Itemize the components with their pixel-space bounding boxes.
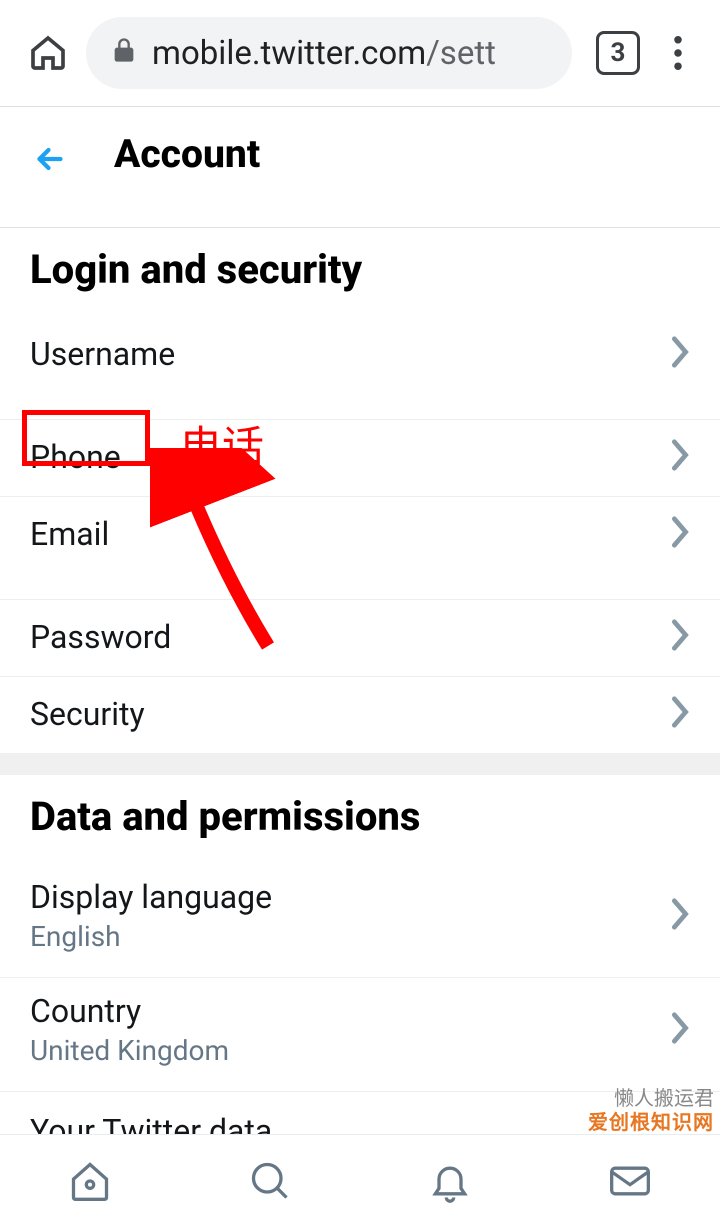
- section-title-login: Login and security: [0, 228, 720, 317]
- nav-search-icon[interactable]: [244, 1155, 296, 1207]
- tab-count[interactable]: 3: [596, 31, 640, 75]
- page-header: Account: [0, 107, 720, 227]
- label-phone: Phone: [30, 438, 121, 476]
- url-bar[interactable]: mobile.twitter.com/sett: [86, 17, 572, 89]
- chevron-right-icon: [670, 695, 690, 733]
- chevron-right-icon: [670, 438, 690, 476]
- nav-home-icon[interactable]: [64, 1155, 116, 1207]
- home-icon[interactable]: [20, 25, 76, 81]
- more-menu-icon[interactable]: [656, 31, 700, 75]
- label-display-language: Display language: [30, 878, 272, 916]
- nav-notifications-icon[interactable]: [424, 1155, 476, 1207]
- label-username: Username: [30, 335, 175, 373]
- chevron-right-icon: [670, 335, 690, 373]
- row-country[interactable]: Country United Kingdom: [0, 978, 720, 1092]
- row-password[interactable]: Password: [0, 600, 720, 677]
- chevron-right-icon: [670, 618, 690, 656]
- label-email: Email: [30, 515, 109, 553]
- label-country: Country: [30, 992, 229, 1030]
- label-security: Security: [30, 695, 145, 733]
- row-display-language[interactable]: Display language English: [0, 864, 720, 978]
- row-username[interactable]: Username: [0, 317, 720, 420]
- row-phone[interactable]: Phone: [0, 420, 720, 497]
- browser-bar: mobile.twitter.com/sett 3: [0, 0, 720, 106]
- row-security[interactable]: Security: [0, 677, 720, 753]
- sub-country: United Kingdom: [30, 1034, 229, 1067]
- chevron-right-icon: [670, 515, 690, 553]
- label-password: Password: [30, 618, 171, 656]
- row-email[interactable]: Email: [0, 497, 720, 600]
- back-button[interactable]: [30, 139, 70, 179]
- section-title-data: Data and permissions: [0, 775, 720, 864]
- nav-messages-icon[interactable]: [604, 1155, 656, 1207]
- url-text: mobile.twitter.com/sett: [152, 34, 496, 73]
- chevron-right-icon: [670, 897, 690, 935]
- page-title: Account: [114, 131, 260, 177]
- bottom-nav: [0, 1134, 720, 1226]
- lock-icon: [110, 34, 138, 73]
- sub-display-language: English: [30, 920, 272, 953]
- chevron-right-icon: [670, 1011, 690, 1049]
